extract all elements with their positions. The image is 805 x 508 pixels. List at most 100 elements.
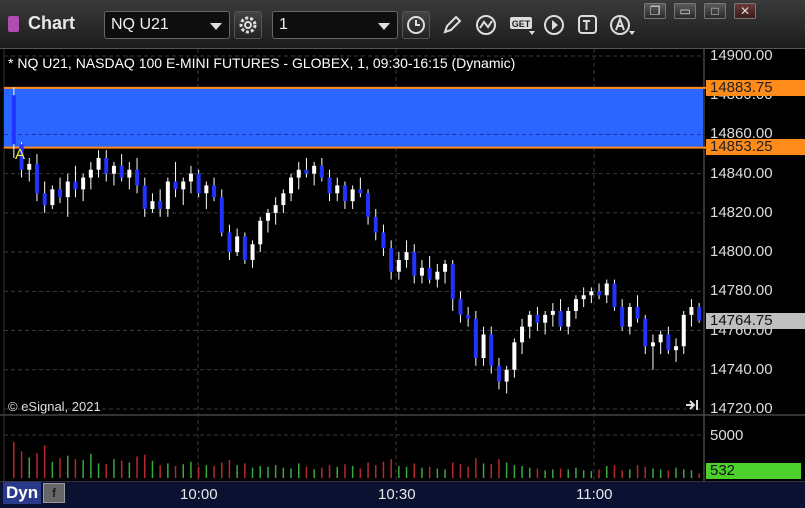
dynamic-mode-button[interactable]: Dyn [3,482,41,504]
candle-body [135,169,140,186]
zone-lower-tag: 14853.25 [706,139,805,155]
zone-upper-tag: 14883.75 [706,80,805,96]
zoom-icon[interactable]: f [43,483,65,503]
alert-button[interactable] [606,11,635,39]
pencil-icon [443,15,462,34]
interval-combo[interactable]: 1 [272,11,398,39]
candle-body [389,248,394,272]
candle-body [342,185,347,202]
maximize-button[interactable]: □ [704,3,726,19]
annotation-label[interactable]: A [15,146,25,163]
svg-text:GET: GET [512,19,531,29]
get-icon: GET [510,17,535,35]
candle-body [150,201,155,209]
chart-app-icon [8,16,19,32]
candle-body [96,157,101,170]
price-axis-label: 14740.00 [710,360,773,378]
candle-body [666,334,671,351]
candle-body [312,165,317,174]
scroll-to-end-icon[interactable] [684,398,702,412]
price-axis-label: 14840.00 [710,164,773,182]
candle-body [527,314,532,327]
symbol-combo[interactable]: NQ U21 [104,11,230,39]
candle-body [689,307,694,315]
get-data-button[interactable]: GET [506,11,538,39]
candle-body [27,163,32,170]
draw-button[interactable] [438,11,466,39]
candle-body [612,283,617,308]
time-label-1100: 11:00 [576,486,613,503]
candle-body [212,185,217,198]
candle-body [496,365,501,382]
chevron-down-icon [378,23,390,30]
candle-body [34,163,39,194]
candle-body [58,189,63,198]
candle-body [65,181,70,198]
candle-body [289,177,294,194]
window-title: Chart [28,13,76,33]
time-label-1000: 10:00 [180,486,218,503]
candle-body [296,169,301,178]
candle-body [165,181,170,209]
candle-body [573,299,578,311]
candle-body [473,318,478,359]
copyright-text: © eSignal, 2021 [8,399,101,414]
candle-body [111,165,116,174]
close-button[interactable]: ✕ [734,3,756,19]
candle-body [620,307,625,327]
minimize-button[interactable]: ❐ [644,3,666,19]
interval-value: 1 [279,16,288,33]
candle-body [304,169,309,174]
candle-body [319,165,324,178]
candle-body [396,259,401,272]
candle-body [658,334,663,343]
time-button[interactable] [402,11,430,39]
candle-body [242,236,247,260]
study-chart-icon [476,15,496,35]
settings-button[interactable] [234,11,262,39]
text-button[interactable] [574,11,602,39]
time-label-1030: 10:30 [378,486,416,503]
candle-body [219,197,224,233]
play-icon [544,15,564,35]
candle-body [88,169,93,178]
candle-body [158,201,163,209]
candle-body [427,267,432,280]
studies-button[interactable] [472,11,500,39]
candle-body [265,212,270,221]
candle-body [404,252,409,260]
candle-body [258,220,263,245]
candle-body [566,310,571,327]
last-price-tag: 14764.75 [706,313,805,329]
candle-body [697,307,702,321]
play-button[interactable] [540,11,568,39]
candle-body [412,252,417,276]
candle-body [73,181,78,190]
candle-body [104,157,109,174]
candle-body [119,165,124,178]
restore-button[interactable]: ▭ [674,3,696,19]
clock-icon [407,16,425,34]
price-zone [4,87,703,148]
candle-body [81,177,86,190]
candle-body [627,307,632,327]
candle-body [443,263,448,272]
candle-body [466,314,471,319]
title-bar: Chart NQ U21 1 GET ❐ ▭ □ ✕ [0,0,805,49]
candle-body [520,326,525,343]
chevron-down-icon [210,23,222,30]
candle-body [597,291,602,296]
candle-body [127,169,132,178]
price-axis-label: 14820.00 [710,203,773,221]
candle-body [550,310,555,315]
candle-body [196,173,201,194]
candle-body [643,318,648,347]
candle-body [327,177,332,194]
candle-body [173,181,178,190]
price-chart[interactable] [0,49,805,481]
candle-body [558,310,563,327]
candle-body [581,295,586,300]
volume-axis-label: 5000 [710,427,744,444]
candle-body [227,232,232,253]
candle-body [358,189,363,194]
